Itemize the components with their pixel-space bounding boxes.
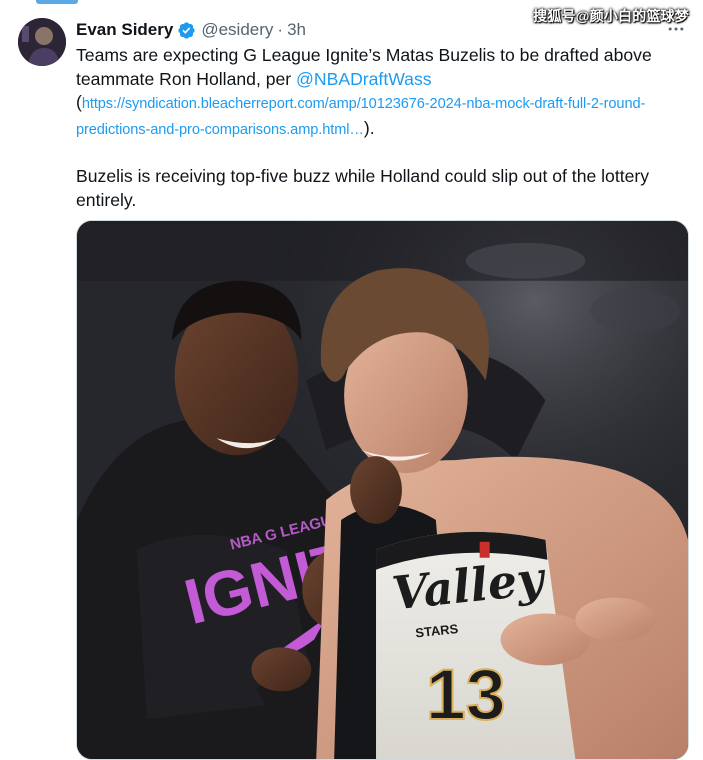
tweet-paragraph-2: Buzelis is receiving top-five buzz while…: [76, 166, 650, 210]
tweet-media-photo[interactable]: NBA G LEAGUE IGNITE Valley STARS 13: [76, 220, 689, 760]
tweet-header: Evan Sidery @esidery · 3h: [76, 19, 306, 41]
top-tab-indicator: [36, 0, 78, 4]
author-avatar[interactable]: [18, 18, 66, 66]
verified-badge-icon: [177, 21, 196, 40]
close-paren: ).: [363, 117, 375, 138]
tweet-paragraph-1: Teams are expecting G League Ignite’s Ma…: [76, 44, 688, 142]
header-separator: ·: [277, 20, 284, 39]
jersey-number-text: 13: [426, 655, 506, 735]
author-name[interactable]: Evan Sidery: [76, 20, 173, 40]
author-handle[interactable]: @esidery: [201, 20, 273, 40]
avatar-image: [18, 18, 66, 66]
tweet-body: Teams are expecting G League Ignite’s Ma…: [76, 44, 688, 212]
article-link[interactable]: https://syndication.bleacherreport.com/a…: [76, 96, 645, 138]
tweet-timestamp[interactable]: 3h: [287, 20, 306, 40]
more-options-icon[interactable]: [665, 18, 687, 40]
photo-illustration: NBA G LEAGUE IGNITE Valley STARS 13: [77, 221, 688, 759]
mention-link[interactable]: @NBADraftWass: [296, 69, 432, 89]
